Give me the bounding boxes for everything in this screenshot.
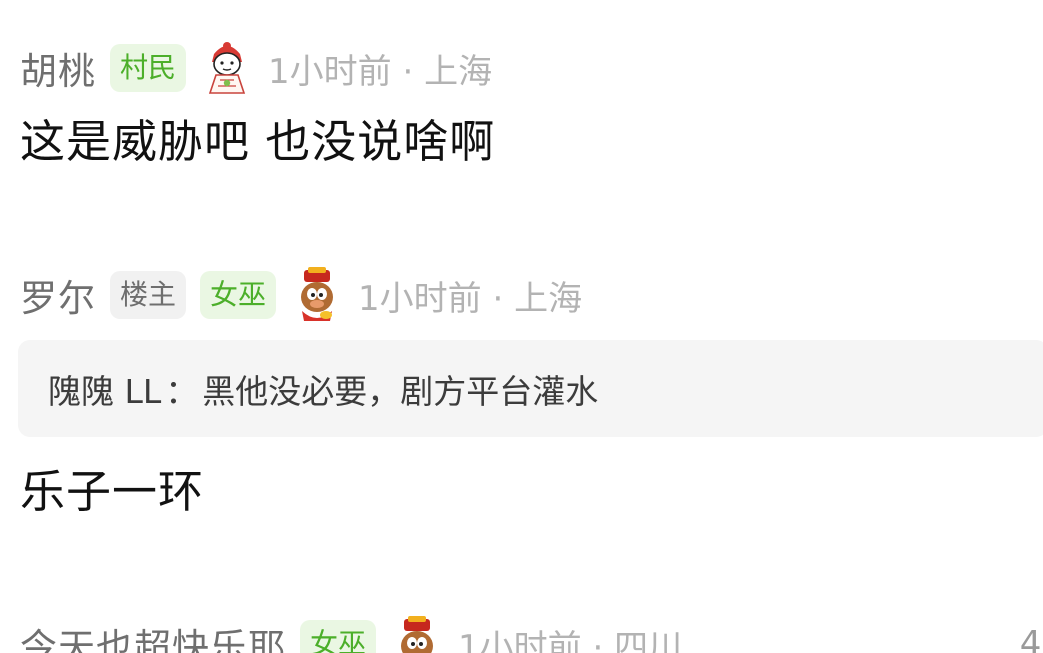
like-count[interactable]: 43 xyxy=(1020,616,1043,653)
op-badge: 楼主 xyxy=(110,271,187,319)
quoted-reply[interactable]: 隗隗 LL ： 黑他没必要，剧方平台灌水 xyxy=(18,340,1043,437)
witch-badge: 女巫 xyxy=(300,620,377,653)
comment-username[interactable]: 今天也超快乐耶 xyxy=(20,617,286,653)
comment-item[interactable]: 胡桃 村民 1小时前 · 上海 8 这是威胁吧 也没说啥啊 xyxy=(20,40,1043,172)
quote-text: 黑他没必要，剧方平台灌水 xyxy=(202,371,599,411)
girl-sticker-icon xyxy=(200,40,254,96)
quote-author: 隗隗 LL xyxy=(48,371,162,411)
quote-separator: ： xyxy=(165,371,199,411)
comment-content: 这是威胁吧 也没说啥啊 xyxy=(20,115,496,168)
fortune-god-sticker-icon xyxy=(390,616,444,653)
time-location: 1小时前 · 四川 xyxy=(458,627,683,653)
witch-badge: 女巫 xyxy=(200,271,277,319)
time-location: 1小时前 · 上海 xyxy=(268,51,493,92)
time-location: 1小时前 · 上海 xyxy=(358,278,583,319)
comment-item[interactable]: 罗尔 楼主 女巫 1小时前 · 上海 隗隗 LL ： 黑他没必要，剧方平台灌水 … xyxy=(18,267,1043,518)
comment-content: 乐子一环 xyxy=(20,465,205,518)
comment-meta: 今天也超快乐耶 女巫 1小时前 · 四川 43 xyxy=(20,616,1043,653)
comment-username[interactable]: 胡桃 xyxy=(20,41,96,95)
fortune-god-sticker-icon xyxy=(290,267,344,323)
comment-username[interactable]: 罗尔 xyxy=(20,268,96,322)
comment-list: 胡桃 村民 1小时前 · 上海 8 这是威胁吧 也没说啥啊 xyxy=(0,0,1043,653)
comment-item[interactable]: 今天也超快乐耶 女巫 1小时前 · 四川 43 xyxy=(20,616,1043,653)
comment-meta: 罗尔 楼主 女巫 1小时前 · 上海 xyxy=(20,267,1043,323)
villager-badge: 村民 xyxy=(110,44,187,92)
comment-meta: 胡桃 村民 1小时前 · 上海 8 xyxy=(20,40,1043,96)
